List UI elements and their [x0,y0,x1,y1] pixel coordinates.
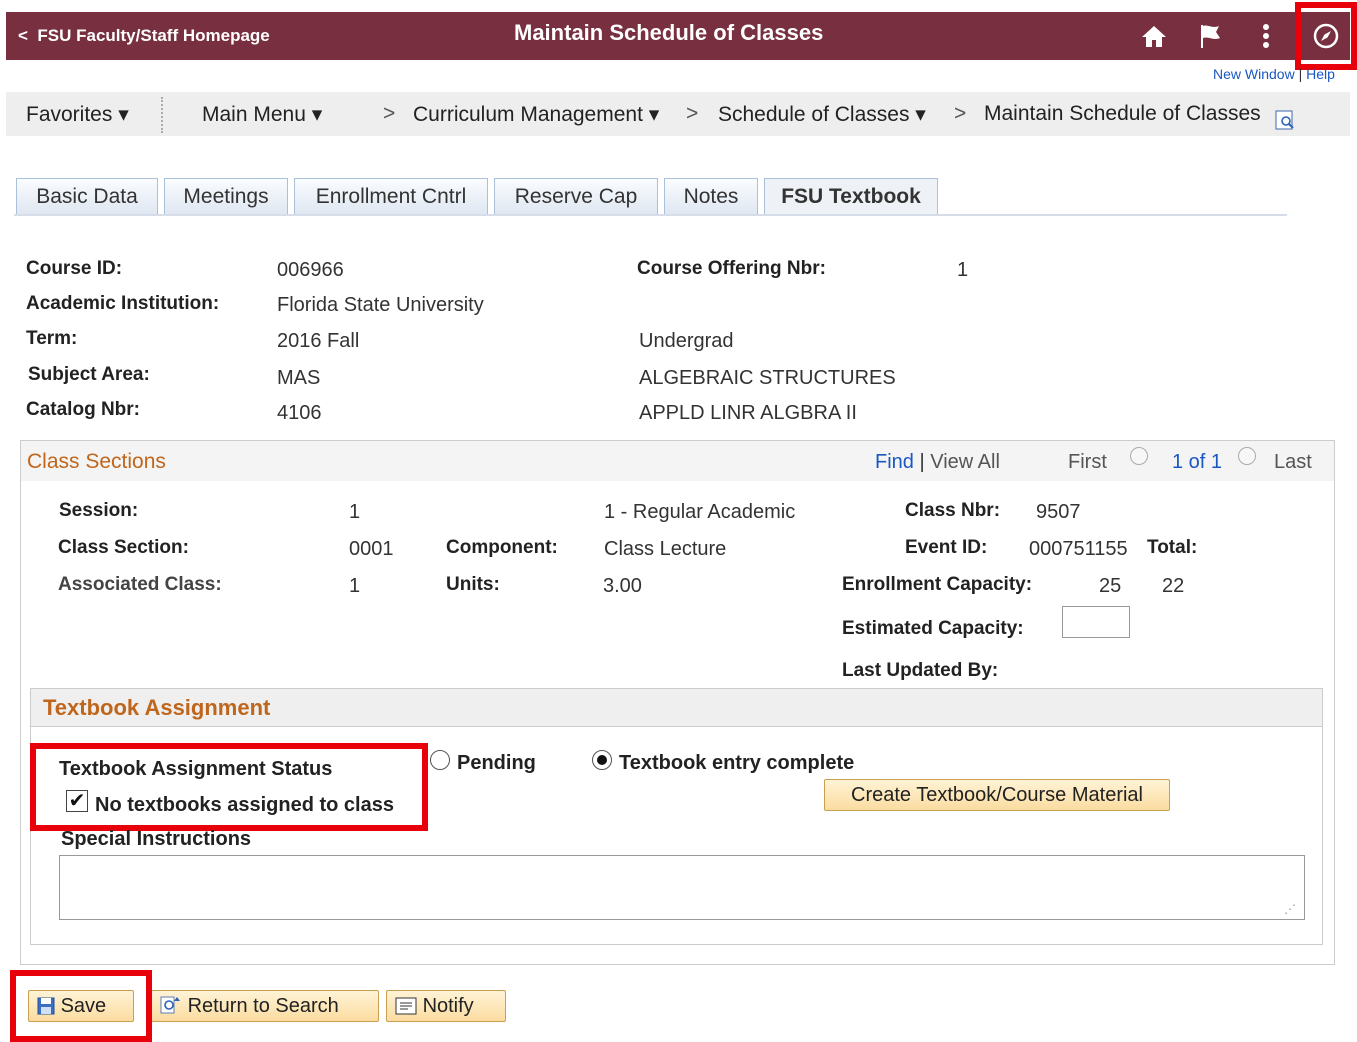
academic-institution-value: Florida State University [277,294,484,316]
page-title: Maintain Schedule of Classes [514,20,824,45]
component-value: Class Lecture [604,538,727,560]
class-nbr-label: Class Nbr: [905,500,1001,521]
highlight-box-status [30,743,428,831]
link-separator: | [1298,66,1303,82]
return-to-search-button[interactable]: Return to Search [151,990,379,1022]
special-instructions-label: Special Instructions [61,828,252,850]
first-link[interactable]: First [1068,451,1107,474]
create-textbook-button[interactable]: Create Textbook/Course Material [824,779,1170,811]
tab-meetings[interactable]: Meetings [164,178,288,214]
session-description: 1 - Regular Academic [604,501,796,523]
breadcrumb-separator: > [686,102,699,125]
career-value: Undergrad [639,330,734,352]
tab-reserve-cap[interactable]: Reserve Cap [494,178,658,214]
view-all-link[interactable]: View All [930,451,1000,473]
resize-handle-icon[interactable]: ⋰ [1284,902,1296,916]
units-value: 3.00 [603,575,642,597]
subject-area-value: MAS [277,367,321,389]
back-to-homepage-link[interactable]: < FSU Faculty/Staff Homepage [18,26,270,46]
sections-toolbar: Find | View All [875,451,1000,474]
event-id-value: 000751155 [1029,538,1128,560]
enrollment-capacity-value: 25 [1099,575,1122,597]
last-updated-label: Last Updated By: [842,660,999,681]
new-window-link[interactable]: New Window [1213,66,1295,82]
back-link-label: FSU Faculty/Staff Homepage [37,26,270,45]
breadcrumb-schedule-of-classes[interactable]: Schedule of Classes ▾ [718,102,926,127]
last-link[interactable]: Last [1274,451,1312,474]
toolbar-separator: | [919,451,925,473]
term-value: 2016 Fall [277,330,360,352]
breadcrumb-separator: > [383,102,396,125]
return-to-search-label: Return to Search [187,995,339,1017]
highlight-box-navbar [1295,2,1357,70]
notify-button-label: Notify [422,995,474,1017]
breadcrumb-curriculum-management[interactable]: Curriculum Management ▾ [413,102,659,127]
flag-icon[interactable] [1194,20,1226,52]
notify-button[interactable]: Notify [386,990,506,1022]
search-page-icon[interactable] [1275,110,1295,130]
return-search-icon [160,994,182,1014]
help-link[interactable]: Help [1306,66,1335,82]
subject-area-label: Subject Area: [28,364,150,385]
session-value: 1 [349,501,361,523]
pager-count: 1 of 1 [1172,451,1223,473]
course-offering-label: Course Offering Nbr: [637,258,826,279]
enrollment-total-value: 22 [1162,575,1185,597]
enrollment-capacity-label: Enrollment Capacity: [842,574,1033,595]
catalog-description: APPLD LINR ALGBRA II [639,402,857,424]
catalog-nbr-label: Catalog Nbr: [26,399,140,420]
tab-basic-data[interactable]: Basic Data [16,178,158,214]
breadcrumb-separator: > [954,102,967,125]
notify-icon [395,994,417,1015]
estimated-capacity-input[interactable] [1062,606,1130,638]
chevron-left-icon: < [18,26,28,45]
units-label: Units: [446,574,500,595]
header-sub-links: New Window | Help [1213,66,1335,82]
course-offering-value: 1 [957,259,969,281]
highlight-box-save [10,970,152,1042]
class-nbr-value: 9507 [1036,501,1081,523]
textbook-complete-radio[interactable] [592,750,612,770]
class-section-value: 0001 [349,538,394,560]
breadcrumb-maintain-schedule[interactable]: Maintain Schedule of Classes [984,102,1261,126]
subject-description: ALGEBRAIC STRUCTURES [639,367,896,389]
more-vertical-icon[interactable] [1250,20,1282,52]
special-instructions-textarea[interactable] [59,855,1305,920]
term-label: Term: [26,328,78,349]
textbook-complete-label: Textbook entry complete [619,752,855,774]
class-sections-title: Class Sections [27,450,166,473]
class-section-label: Class Section: [58,537,189,558]
favorites-menu[interactable]: Favorites ▾ [26,102,129,127]
event-id-label: Event ID: [905,537,988,558]
textbook-assignment-title: Textbook Assignment [43,695,271,720]
pending-radio[interactable] [430,750,450,770]
academic-institution-label: Academic Institution: [26,293,220,314]
session-label: Session: [59,500,139,521]
main-menu[interactable]: Main Menu ▾ [202,102,322,127]
associated-class-label: Associated Class: [58,574,222,595]
estimated-capacity-label: Estimated Capacity: [842,618,1024,639]
previous-arrow-icon[interactable] [1130,447,1148,465]
associated-class-value: 1 [349,575,361,597]
component-label: Component: [446,537,558,558]
catalog-nbr-value: 4106 [277,402,322,424]
course-id-label: Course ID: [26,258,123,279]
find-link[interactable]: Find [875,451,914,473]
next-arrow-icon[interactable] [1238,447,1256,465]
nav-divider [161,97,163,133]
total-label: Total: [1147,537,1198,558]
tab-fsu-textbook[interactable]: FSU Textbook [764,178,938,214]
course-id-value: 006966 [277,259,344,281]
pending-label: Pending [457,752,536,774]
tab-enrollment-cntrl[interactable]: Enrollment Cntrl [294,178,488,214]
tab-notes[interactable]: Notes [664,178,758,214]
home-icon[interactable] [1138,20,1170,52]
